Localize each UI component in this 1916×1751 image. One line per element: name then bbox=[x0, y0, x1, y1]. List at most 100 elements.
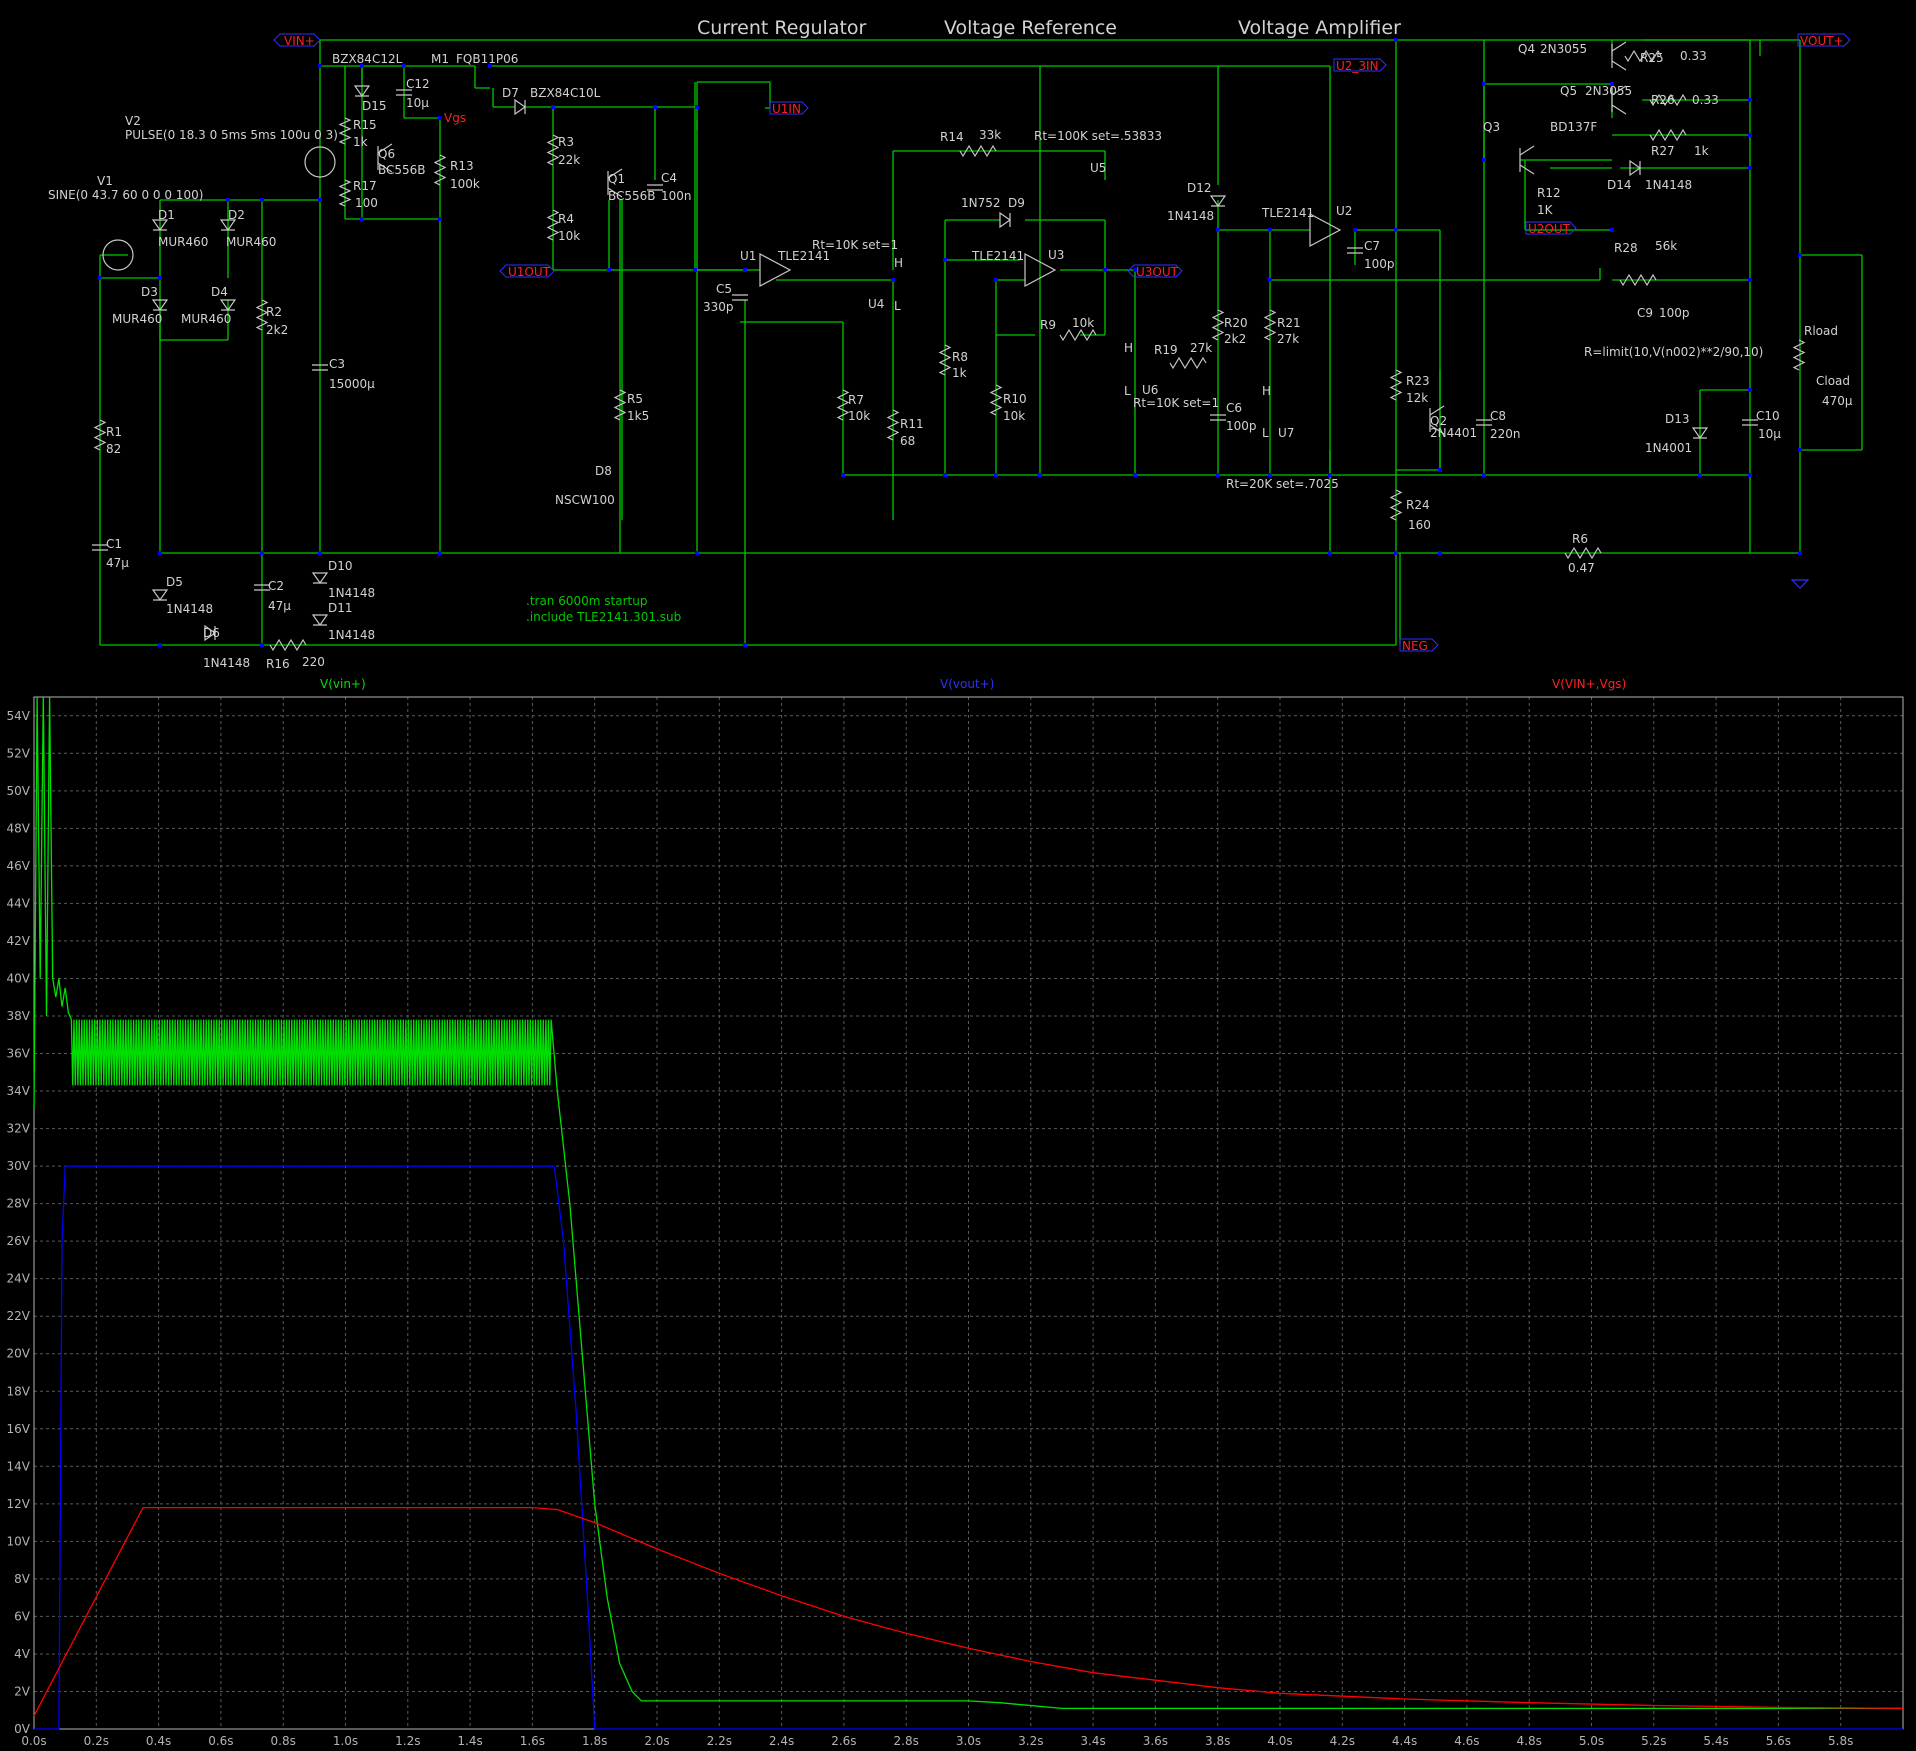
label-c10[interactable]: C10 bbox=[1756, 409, 1780, 423]
label-q4[interactable]: Q4 bbox=[1518, 42, 1535, 56]
label-d8[interactable]: D8 bbox=[595, 464, 612, 478]
label-c9[interactable]: C9 bbox=[1637, 306, 1653, 320]
junction-dot bbox=[1216, 473, 1220, 477]
label-d13[interactable]: D13 bbox=[1665, 412, 1690, 426]
directive-include[interactable]: .include TLE2141.301.sub bbox=[526, 610, 681, 624]
label-r3[interactable]: R3 bbox=[558, 135, 574, 149]
label-r7[interactable]: R7 bbox=[848, 393, 864, 407]
label-d4[interactable]: D4 bbox=[211, 285, 228, 299]
label-r28[interactable]: R28 bbox=[1614, 241, 1638, 255]
label-c8[interactable]: C8 bbox=[1490, 409, 1506, 423]
label-r1[interactable]: R1 bbox=[106, 425, 122, 439]
label-r2[interactable]: R2 bbox=[266, 305, 282, 319]
schematic-canvas[interactable]: Current Regulator Voltage Reference Volt… bbox=[0, 0, 1916, 668]
label-d2[interactable]: D2 bbox=[228, 208, 245, 222]
junction-dot bbox=[318, 198, 322, 202]
net-label-u3out[interactable]: U3OUT bbox=[1127, 264, 1183, 279]
label-r14-value: 33k bbox=[979, 128, 1001, 142]
label-r16[interactable]: R16 bbox=[266, 657, 290, 668]
label-r8-value: 1k bbox=[952, 366, 967, 380]
label-u6[interactable]: U6 bbox=[1142, 383, 1158, 397]
net-label-u2-3in[interactable]: U2_3IN bbox=[1333, 58, 1387, 73]
junction-dot bbox=[360, 217, 364, 221]
label-u4[interactable]: U4 bbox=[868, 297, 884, 311]
label-d7[interactable]: D7 bbox=[502, 86, 519, 100]
label-r24[interactable]: R24 bbox=[1406, 498, 1430, 512]
net-label-vout[interactable]: VOUT+ bbox=[1797, 33, 1851, 48]
label-u5[interactable]: U5 bbox=[1090, 161, 1106, 175]
label-v1-value[interactable]: SINE(0 43.7 60 0 0 0 100) bbox=[48, 188, 203, 202]
label-c6[interactable]: C6 bbox=[1226, 401, 1242, 415]
label-c1[interactable]: C1 bbox=[106, 537, 122, 551]
label-c3-value: 15000µ bbox=[329, 377, 375, 391]
label-r23[interactable]: R23 bbox=[1406, 374, 1430, 388]
x-tick-label: 5.8s bbox=[1828, 1734, 1853, 1748]
waveform-plot[interactable]: 0V2V4V6V8V10V12V14V16V18V20V22V24V26V28V… bbox=[0, 668, 1916, 1751]
label-r4[interactable]: R4 bbox=[558, 212, 574, 226]
label-c4[interactable]: C4 bbox=[661, 171, 677, 185]
label-d11[interactable]: D11 bbox=[328, 601, 353, 615]
label-r9[interactable]: R9 bbox=[1040, 318, 1056, 332]
y-tick-label: 54V bbox=[7, 709, 31, 723]
label-d15[interactable]: D15 bbox=[362, 99, 387, 113]
directive-tran[interactable]: .tran 6000m startup bbox=[526, 594, 647, 608]
label-d12[interactable]: D12 bbox=[1187, 181, 1212, 195]
legend-vout[interactable]: V(vout+) bbox=[940, 677, 994, 691]
label-c10-value: 10µ bbox=[1758, 427, 1781, 441]
label-r10[interactable]: R10 bbox=[1003, 392, 1027, 406]
label-v2-value[interactable]: PULSE(0 18.3 0 5ms 5ms 100u 0 3) bbox=[125, 128, 338, 142]
net-label-vgs[interactable]: Vgs bbox=[444, 111, 466, 125]
junction-dot bbox=[695, 551, 699, 555]
label-u3[interactable]: U3 bbox=[1048, 248, 1064, 262]
label-d1[interactable]: D1 bbox=[158, 208, 175, 222]
label-r6[interactable]: R6 bbox=[1572, 532, 1588, 546]
label-r5[interactable]: R5 bbox=[627, 392, 643, 406]
label-r11[interactable]: R11 bbox=[900, 417, 924, 431]
label-c5[interactable]: C5 bbox=[716, 282, 732, 296]
legend-vgs[interactable]: V(VIN+,Vgs) bbox=[1552, 677, 1626, 691]
label-v2[interactable]: V2 bbox=[125, 114, 141, 128]
label-d10-model: 1N4148 bbox=[328, 586, 375, 600]
x-tick-label: 4.0s bbox=[1267, 1734, 1292, 1748]
label-r25[interactable]: R25 bbox=[1640, 51, 1664, 65]
label-d6[interactable]: D6 bbox=[203, 626, 220, 640]
net-label-u1out[interactable]: U1OUT bbox=[499, 264, 555, 279]
label-d5[interactable]: D5 bbox=[166, 575, 183, 589]
label-r19[interactable]: R19 bbox=[1154, 343, 1178, 357]
label-r13[interactable]: R13 bbox=[450, 159, 474, 173]
label-r17[interactable]: R17 bbox=[353, 179, 377, 193]
label-u7[interactable]: U7 bbox=[1278, 426, 1294, 440]
label-m1[interactable]: M1 bbox=[431, 52, 449, 66]
label-r15[interactable]: R15 bbox=[353, 118, 377, 132]
label-c12[interactable]: C12 bbox=[406, 77, 430, 91]
label-d10[interactable]: D10 bbox=[328, 559, 353, 573]
label-d9[interactable]: D9 bbox=[1008, 196, 1025, 210]
label-c8-value: 220n bbox=[1490, 427, 1521, 441]
label-r26[interactable]: R26 bbox=[1651, 93, 1675, 107]
net-label-u2out[interactable]: U2OUT bbox=[1525, 221, 1577, 236]
label-q6[interactable]: Q6 bbox=[378, 147, 395, 161]
label-r23-value: 12k bbox=[1406, 391, 1428, 405]
label-r8[interactable]: R8 bbox=[952, 350, 968, 364]
label-r14[interactable]: R14 bbox=[940, 130, 964, 144]
label-q1[interactable]: Q1 bbox=[608, 172, 625, 186]
label-q3[interactable]: Q3 bbox=[1483, 120, 1500, 134]
label-u1[interactable]: U1 bbox=[740, 249, 756, 263]
label-r27[interactable]: R27 bbox=[1651, 144, 1675, 158]
label-d14[interactable]: D14 bbox=[1607, 178, 1632, 192]
label-c7[interactable]: C7 bbox=[1364, 239, 1380, 253]
label-q5[interactable]: Q5 bbox=[1560, 84, 1577, 98]
label-r21-value: 27k bbox=[1277, 332, 1299, 346]
label-r21[interactable]: R21 bbox=[1277, 316, 1301, 330]
label-u2[interactable]: U2 bbox=[1336, 204, 1352, 218]
label-c3[interactable]: C3 bbox=[329, 357, 345, 371]
legend-vin[interactable]: V(vin+) bbox=[320, 677, 366, 691]
label-d3[interactable]: D3 bbox=[141, 285, 158, 299]
label-r20[interactable]: R20 bbox=[1224, 316, 1248, 330]
label-v1[interactable]: V1 bbox=[97, 174, 113, 188]
label-r12[interactable]: R12 bbox=[1537, 186, 1561, 200]
label-rload[interactable]: Rload bbox=[1804, 324, 1838, 338]
label-q1-model: BC556B bbox=[608, 189, 656, 203]
label-c2[interactable]: C2 bbox=[268, 579, 284, 593]
label-cload[interactable]: Cload bbox=[1816, 374, 1850, 388]
